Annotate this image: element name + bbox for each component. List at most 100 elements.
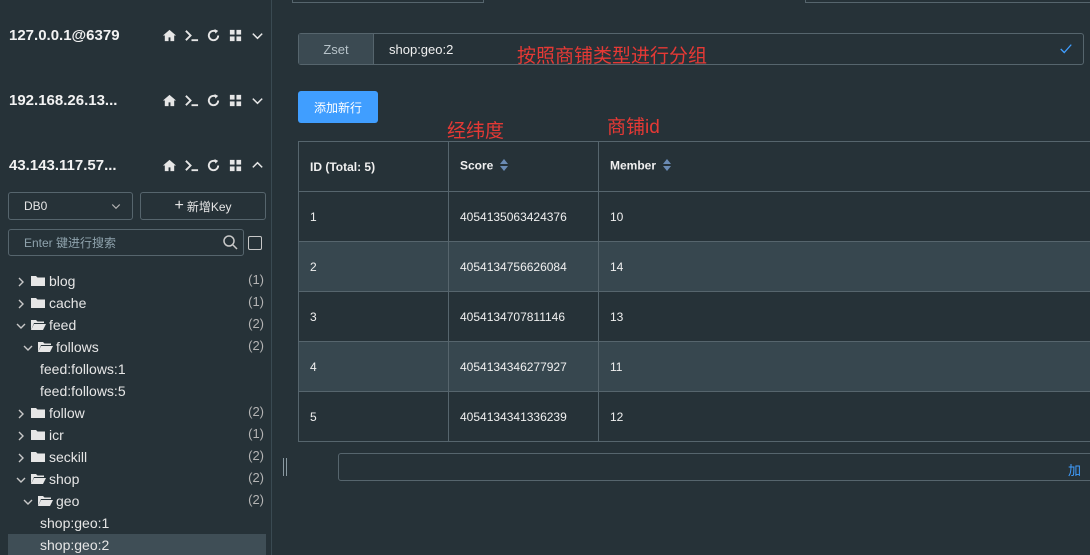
cell-score: 4054135063424376 [448, 191, 599, 242]
tree-key[interactable]: feed:follows:5 [0, 380, 272, 402]
db-select-value: DB0 [24, 199, 48, 213]
tree-folder[interactable]: feed (2) [0, 314, 272, 336]
sort-icon[interactable] [499, 158, 509, 175]
tree-count: (2) [248, 338, 264, 353]
tree-count: (2) [248, 448, 264, 463]
refresh-icon[interactable] [205, 92, 221, 108]
terminal-icon[interactable] [183, 27, 199, 43]
exact-match-checkbox[interactable] [248, 236, 262, 250]
home-icon[interactable] [161, 157, 177, 173]
tree-folder[interactable]: seckill (2) [0, 446, 272, 468]
connection-3[interactable]: 43.143.117.57... [0, 150, 272, 180]
tree-label: follow [49, 405, 85, 421]
grid-icon[interactable] [227, 157, 243, 173]
tree-folder[interactable]: cache (1) [0, 292, 272, 314]
tree-label: cache [49, 295, 87, 311]
tree-label: follows [56, 339, 99, 355]
tree-key[interactable]: shop:geo:1 [0, 512, 272, 534]
folder-icon [30, 427, 46, 446]
chevron-right-icon[interactable] [15, 407, 27, 423]
table-row[interactable]: 2 4054134756626084 14 [298, 241, 1090, 292]
refresh-icon[interactable] [205, 27, 221, 43]
cell-member: 12 [598, 391, 1090, 442]
chevron-down-icon[interactable] [249, 92, 265, 108]
connection-name[interactable]: 127.0.0.1@6379 [9, 27, 120, 44]
chevron-right-icon[interactable] [15, 297, 27, 313]
tree-folder[interactable]: geo (2) [0, 490, 272, 512]
tree-folder[interactable]: shop (2) [0, 468, 272, 490]
cell-score: 4054134346277927 [448, 341, 599, 392]
terminal-icon[interactable] [183, 92, 199, 108]
load-more-bar[interactable]: 加 [338, 453, 1090, 481]
tree-folder[interactable]: blog (1) [0, 270, 272, 292]
tree-label: geo [56, 493, 80, 509]
tree-folder[interactable]: follow (2) [0, 402, 272, 424]
grid-icon[interactable] [227, 92, 243, 108]
search-icon[interactable] [222, 234, 238, 253]
tree-key[interactable]: feed:follows:1 [0, 358, 272, 380]
check-icon[interactable] [1059, 42, 1073, 61]
plus-icon: + [174, 197, 184, 214]
folder-icon [30, 405, 46, 424]
connection-name[interactable]: 192.168.26.13... [9, 92, 117, 109]
chevron-down-icon[interactable] [249, 27, 265, 43]
table-row[interactable]: 3 4054134707811146 13 [298, 291, 1090, 342]
tree-label: shop:geo:2 [40, 537, 110, 553]
tree-folder[interactable]: follows (2) [0, 336, 272, 358]
table-row[interactable]: 4 4054134346277927 11 [298, 341, 1090, 392]
tree-count: (2) [248, 316, 264, 331]
tree-key[interactable]: shop:geo:2 [8, 534, 266, 555]
chevron-right-icon[interactable] [15, 275, 27, 291]
main-panel: Zset shop:geo:2 按照商铺类型进行分组 经纬度 商铺id 添加新行… [273, 0, 1090, 555]
add-key-button[interactable]: + 新增Key [140, 192, 266, 220]
chevron-down-icon[interactable] [15, 319, 27, 335]
key-search-input[interactable]: Enter 键进行搜索 [8, 229, 244, 256]
tree-label: feed [49, 317, 77, 333]
col-score-header[interactable]: Score [448, 141, 599, 192]
tree-label: blog [49, 273, 76, 289]
chevron-right-icon[interactable] [15, 429, 27, 445]
connection-2[interactable]: 192.168.26.13... [0, 85, 272, 115]
chevron-down-icon[interactable] [22, 341, 34, 357]
tree-folder[interactable]: icr (1) [0, 424, 272, 446]
table-row[interactable]: 5 4054134341336239 12 [298, 391, 1090, 442]
chevron-right-icon[interactable] [15, 451, 27, 467]
tree-label: feed:follows:5 [40, 383, 126, 399]
chevron-down-icon[interactable] [15, 473, 27, 489]
search-placeholder: Enter 键进行搜索 [24, 236, 117, 250]
resize-handle[interactable] [283, 458, 287, 476]
connection-1[interactable]: 127.0.0.1@6379 [0, 20, 272, 50]
annotation-shop-id: 商铺id [607, 117, 660, 138]
db-select[interactable]: DB0 [8, 192, 133, 220]
col-score-label: Score [460, 158, 494, 173]
cell-id: 4 [298, 341, 449, 392]
col-id-label: ID (Total: 5) [310, 159, 376, 174]
refresh-icon[interactable] [205, 157, 221, 173]
grid-icon[interactable] [227, 27, 243, 43]
table-row[interactable]: 1 4054135063424376 10 [298, 191, 1090, 242]
zset-table: ID (Total: 5) Score Member 1 405413506342… [298, 141, 1090, 442]
tree-label: icr [49, 427, 64, 443]
folder-icon [30, 295, 46, 314]
home-icon[interactable] [161, 92, 177, 108]
home-icon[interactable] [161, 27, 177, 43]
tree-count: (2) [248, 404, 264, 419]
cell-member: 10 [598, 191, 1090, 242]
tree-count: (1) [248, 272, 264, 287]
annotation-lnglat: 经纬度 [447, 121, 505, 142]
sort-icon[interactable] [662, 158, 672, 175]
cell-score: 4054134707811146 [448, 291, 599, 342]
chevron-down-icon[interactable] [22, 495, 34, 511]
annotation-group: 按照商铺类型进行分组 [517, 46, 708, 67]
tree-label: shop:geo:1 [40, 515, 110, 531]
connection-name[interactable]: 43.143.117.57... [9, 157, 117, 174]
cell-member: 14 [598, 241, 1090, 292]
key-name-input[interactable]: shop:geo:2 [389, 42, 453, 57]
table-header-row: ID (Total: 5) Score Member [298, 141, 1090, 192]
tree-count: (1) [248, 294, 264, 309]
add-row-button[interactable]: 添加新行 [298, 91, 378, 123]
load-more-link[interactable]: 加 [1068, 460, 1081, 479]
terminal-icon[interactable] [183, 157, 199, 173]
chevron-up-icon[interactable] [249, 157, 265, 173]
col-member-header[interactable]: Member [598, 141, 1090, 192]
